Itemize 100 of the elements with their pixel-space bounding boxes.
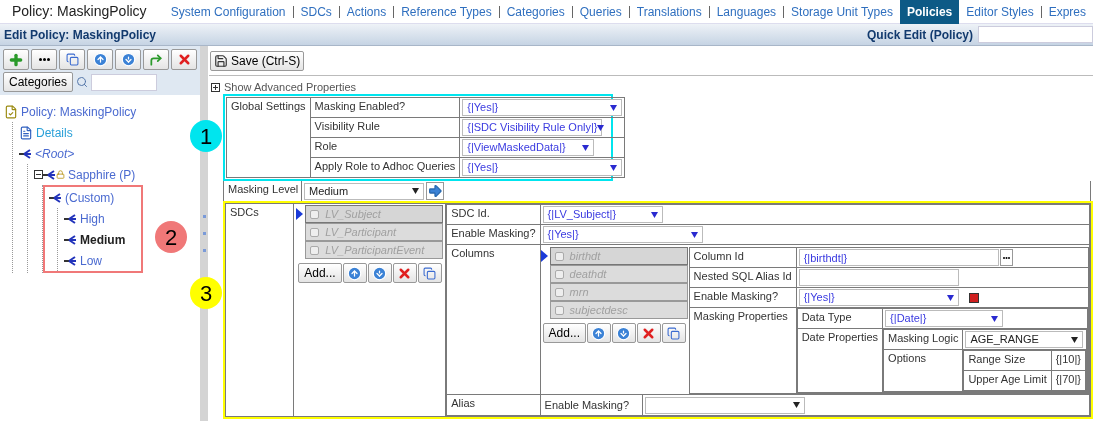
nav-link[interactable]: Queries [572,0,629,25]
tree-item[interactable]: Details [36,123,73,142]
field-label: Enable Masking? [446,224,541,245]
nav-link[interactable]: Reference Types [394,0,499,25]
move-down-button[interactable] [115,49,141,70]
hierarchy-icon [43,169,56,180]
nav-link[interactable]: Storage Unit Types [784,0,900,25]
caret-icon [650,211,658,218]
more-button[interactable] [999,249,1013,266]
copy-icon [65,53,79,66]
advanced-properties-toggle[interactable]: Show Advanced Properties [224,78,357,96]
dropdown[interactable]: {|Yes|} [798,289,959,306]
caret-icon [946,294,954,301]
nav-link[interactable]: Policies [899,0,960,25]
section-title: Edit Policy: MaskingPolicy [4,26,157,44]
tree-item[interactable]: Low [80,251,102,270]
nav-link[interactable]: Expres [1041,0,1093,25]
caret-icon [792,402,800,408]
copy-button[interactable] [417,263,442,283]
nav-link[interactable]: SDCs [293,0,339,25]
add-button[interactable]: Add... [542,323,586,343]
field-label: Visibility Rule [310,117,460,138]
annotation-badge: 3 [190,277,222,309]
copy-button[interactable] [661,323,686,343]
nav-link[interactable]: Categories [499,0,572,25]
clear-icon[interactable] [968,292,979,303]
more-button[interactable] [31,49,57,70]
move-down-button[interactable] [367,263,392,283]
checkbox[interactable] [554,269,564,279]
arrow-up-icon [347,265,363,281]
move-up-button[interactable] [342,263,367,283]
field-label: Masking Properties [689,307,797,394]
checkbox[interactable] [554,305,564,315]
nav-link[interactable]: Editor Styles [959,0,1041,25]
delete-button[interactable] [636,323,661,343]
redo-button[interactable] [143,49,169,70]
caret-icon [610,164,618,171]
field-label: Enable Masking? [540,395,643,415]
categories-button[interactable]: Categories [3,72,74,92]
move-up-button[interactable] [87,49,113,70]
nav-link[interactable]: Languages [709,0,784,25]
checkbox[interactable] [310,245,320,255]
search-icon[interactable] [76,76,89,88]
annotation-badge: 2 [155,221,187,253]
hierarchy-icon [49,192,62,203]
field-label: Role [310,137,460,158]
collapse-icon[interactable] [34,170,43,179]
input-field[interactable]: {|birthdt|} [798,249,999,266]
save-icon [214,53,228,68]
field-value: {|10|} [1051,350,1086,371]
dropdown[interactable]: {|Date|} [885,310,1004,327]
dropdown[interactable]: {|Yes|} [462,159,623,176]
move-down-button[interactable] [611,323,636,343]
expand-icon[interactable] [211,82,220,92]
arrow-up-icon [591,325,607,341]
field-label: Options [883,349,963,392]
input-field[interactable] [798,269,959,286]
field-label: Global Settings [226,97,311,178]
caret-icon [597,124,605,131]
field-label: Apply Role to Adhoc Queries [310,157,460,178]
field-label: Enable Masking? [689,287,797,308]
checkbox[interactable] [554,251,564,261]
delete-button[interactable] [392,263,417,283]
dropdown[interactable]: {|ViewMaskedData|} [462,139,595,156]
field-label: Nested SQL Alias Id [689,267,797,288]
dropdown[interactable]: {|LV_Subject|} [542,206,663,223]
tree-item[interactable]: Policy: MaskingPolicy [21,102,137,121]
add-button[interactable] [3,49,29,70]
tree-item[interactable]: High [80,209,105,228]
add-button[interactable]: Add... [298,263,342,283]
delete-button[interactable] [171,49,197,70]
dropdown[interactable]: {|SDC Visibility Rule Only|} [462,119,603,136]
go-button[interactable] [426,182,444,200]
tree-item[interactable]: <Root> [35,144,75,163]
tree-item[interactable]: (Custom) [65,188,115,207]
dropdown[interactable]: AGE_RANGE [965,331,1084,348]
dropdown[interactable]: Medium [304,182,424,200]
checkbox[interactable] [310,227,320,237]
nav-link[interactable]: Actions [339,0,394,25]
field-label: Columns [446,244,541,395]
copy-button[interactable] [59,49,85,70]
nav-link[interactable]: System Configuration [163,0,293,25]
tree-item[interactable]: Sapphire (P) [68,165,136,184]
tree-item[interactable]: Medium [80,230,126,249]
save-button[interactable]: Save (Ctrl-S) [210,50,305,71]
move-up-button[interactable] [586,323,611,343]
search-field[interactable] [91,73,158,91]
checkbox[interactable] [554,287,564,297]
quick-edit-field[interactable] [978,26,1093,43]
caret-icon [582,144,590,151]
dropdown[interactable]: {|Yes|} [542,226,703,243]
annotation-badge: 1 [190,120,222,152]
hierarchy-icon [64,255,77,266]
field-label: Masking Logic [883,329,963,350]
field-label: SDC Id. [446,204,541,225]
dropdown[interactable]: {|Yes|} [462,99,623,116]
field-label: Masking Enabled? [310,97,460,118]
nav-link[interactable]: Translations [629,0,709,25]
checkbox[interactable] [310,209,320,219]
caret-icon [610,104,618,111]
